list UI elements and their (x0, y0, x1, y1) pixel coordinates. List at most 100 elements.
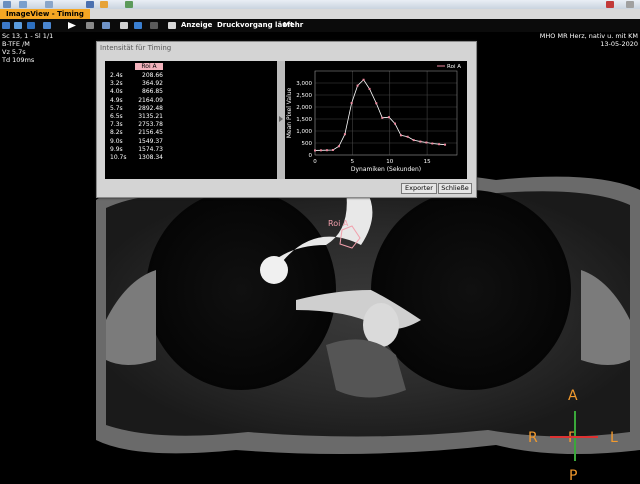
row-value: 866.85 (142, 88, 163, 96)
y-tick-label: 500 (302, 141, 313, 147)
overlay-delay: Td 109ms (2, 56, 35, 64)
y-axis-label: Mean Pixel Value (286, 87, 293, 138)
overlay-series-info: Sc 13, 1 - Sl 1/1 (2, 32, 54, 40)
data-point (343, 133, 346, 136)
compare-icon[interactable] (27, 22, 35, 29)
data-point (393, 122, 396, 125)
x-tick-label: 10 (386, 159, 393, 165)
row-time: 10.7s (110, 154, 127, 161)
print-icon[interactable] (45, 1, 53, 8)
measure-icon[interactable] (150, 22, 158, 29)
row-value: 2164.09 (138, 96, 163, 104)
timing-dialog: Intensität für Timing Roi A 2.4s 208.66 3.… (96, 41, 477, 198)
orientation-left: R (528, 430, 538, 446)
intensity-table[interactable]: Roi A 2.4s 208.66 3.2s 364.92 4.0s 866.85 4.9s… (105, 61, 277, 179)
orientation-right: L (610, 430, 618, 446)
data-point (350, 102, 353, 105)
row-value: 364.92 (142, 80, 163, 88)
row-time: 4.9s (110, 96, 123, 104)
data-point (368, 87, 371, 90)
y-tick-label: 0 (309, 153, 313, 159)
data-point (387, 116, 390, 119)
data-point (412, 139, 415, 142)
orientation-bottom: P (569, 468, 578, 484)
export-button[interactable]: Exporter (401, 183, 437, 194)
export-icon[interactable] (125, 1, 133, 8)
table-row[interactable]: 10.7s 1308.34 (105, 154, 165, 164)
menu-mehr[interactable]: Mehr (283, 21, 303, 29)
plot-area (314, 70, 458, 156)
stack-icon[interactable] (14, 22, 22, 29)
data-point (356, 84, 359, 87)
orientation-cross (550, 411, 598, 461)
y-tick-label: 3,000 (296, 81, 312, 87)
top-toolbar (0, 0, 640, 9)
close-button[interactable]: Schließe (438, 183, 472, 194)
row-time: 9.0s (110, 137, 123, 145)
layout-icon[interactable] (86, 1, 94, 8)
undo-icon[interactable] (3, 1, 11, 8)
grid-layout-icon[interactable] (2, 22, 10, 29)
window-icon[interactable] (19, 1, 27, 8)
x-tick-label: 5 (351, 159, 355, 165)
expand-icon[interactable] (626, 1, 634, 8)
data-point (406, 135, 409, 138)
intensity-chart: 0 500 1,000 1,500 2,000 2,500 3,000 0 5 10 15 Dynam… (285, 61, 467, 179)
row-value: 1574.73 (138, 145, 163, 153)
data-point (314, 149, 316, 152)
series-icon[interactable] (43, 22, 51, 29)
data-point (319, 149, 322, 152)
tab-imageview-timing[interactable]: ImageView - Timing (0, 9, 90, 19)
table-header-roi[interactable]: Roi A (135, 63, 163, 70)
row-value: 2753.78 (138, 121, 163, 129)
roi-label[interactable]: Roi A (328, 219, 349, 228)
row-time: 7.3s (110, 121, 123, 129)
data-point (438, 143, 441, 146)
data-point (444, 143, 447, 146)
dialog-title: Intensität für Timing (100, 44, 172, 52)
data-point (399, 134, 402, 137)
x-tick-label: 0 (313, 159, 317, 165)
orientation-top: A (568, 388, 578, 404)
row-time: 3.2s (110, 80, 123, 88)
save-icon[interactable] (100, 1, 108, 8)
data-point (331, 148, 334, 151)
data-point (381, 116, 384, 119)
window-level-icon[interactable] (134, 22, 142, 29)
menu-anzeige[interactable]: Anzeige (181, 21, 212, 29)
y-tick-label: 1,000 (296, 129, 312, 135)
row-time: 6.5s (110, 113, 123, 120)
x-axis-label: Dynamiken (Sekunden) (351, 166, 421, 173)
data-point (337, 145, 340, 148)
annotate-icon[interactable] (168, 22, 176, 29)
zoom-icon[interactable] (102, 22, 110, 29)
viewer-toolbar: Anzeige Druckvorgang läuft Mehr (0, 19, 640, 32)
y-tick-label: 2,500 (296, 93, 312, 99)
data-point (419, 140, 422, 143)
data-point (431, 142, 434, 145)
row-time: 5.7s (110, 104, 123, 112)
overlay-time: Vz 5.7s (2, 48, 26, 56)
row-time: 2.4s (110, 72, 123, 79)
row-time: 4.0s (110, 88, 123, 96)
y-tick-label: 2,000 (296, 105, 312, 111)
row-time: 8.2s (110, 129, 123, 137)
pan-icon[interactable] (120, 22, 128, 29)
overlay-date: 13-05-2020 (600, 40, 638, 48)
cine-icon[interactable] (86, 22, 94, 29)
row-value: 2156.45 (138, 129, 163, 137)
row-value: 3135.21 (138, 113, 163, 120)
y-tick-label: 1,500 (296, 117, 312, 123)
series-line-roi-a (314, 79, 446, 151)
overlay-study: MHO MR Herz, nativ u. mit KM (539, 32, 638, 40)
close-icon[interactable] (606, 1, 614, 8)
panel-splitter[interactable] (277, 61, 285, 179)
row-value: 1308.34 (138, 154, 163, 161)
row-value: 208.66 (142, 72, 163, 79)
play-icon[interactable] (68, 22, 76, 29)
data-point (425, 141, 428, 144)
x-tick-label: 15 (424, 159, 431, 165)
data-point (362, 78, 365, 81)
legend-label: Roi A (447, 64, 461, 70)
row-value: 1549.37 (138, 137, 163, 145)
